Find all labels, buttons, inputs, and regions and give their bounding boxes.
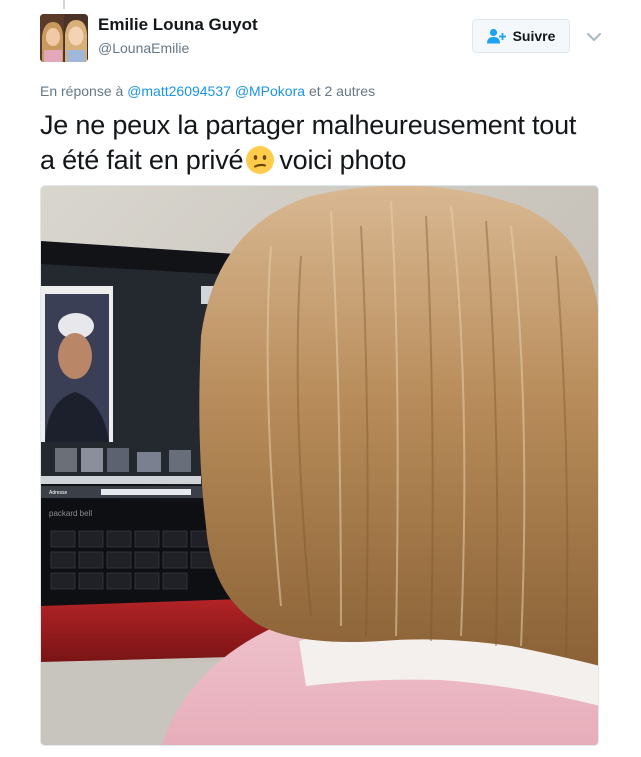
author-name[interactable]: Emilie Louna Guyot — [98, 15, 258, 35]
thread-connector-line — [63, 0, 65, 9]
laptop-brand-label: packard bell — [49, 509, 92, 518]
avatar[interactable] — [40, 14, 88, 62]
tweet-photo[interactable]: Adresse packard bell — [40, 185, 599, 746]
screen-address-label: Adresse — [49, 490, 68, 496]
tweet-text-segment: voici photo — [279, 145, 407, 175]
reply-context: En réponse à @matt26094537 @MPokora et 2… — [40, 83, 375, 99]
follow-button[interactable]: Suivre — [472, 19, 570, 53]
more-options-button[interactable] — [585, 28, 603, 46]
chevron-down-icon — [585, 28, 603, 46]
tweet-text-line: a été fait en privé voici photo — [40, 143, 620, 178]
follow-button-label: Suivre — [512, 28, 556, 44]
mention-link[interactable]: @matt26094537 — [127, 83, 231, 99]
tweet-text-line: Je ne peux la partager malheureusement t… — [40, 110, 577, 140]
tweet-text-segment: a été fait en privé — [40, 145, 244, 175]
tweet-text: Je ne peux la partager malheureusement t… — [40, 108, 620, 178]
reply-prefix: En réponse à — [40, 83, 124, 99]
add-user-icon — [486, 28, 507, 44]
author-handle[interactable]: @LounaEmilie — [98, 40, 189, 56]
reply-suffix[interactable]: et 2 autres — [309, 83, 375, 99]
mention-link[interactable]: @MPokora — [235, 83, 305, 99]
confused-face-emoji — [245, 145, 275, 175]
